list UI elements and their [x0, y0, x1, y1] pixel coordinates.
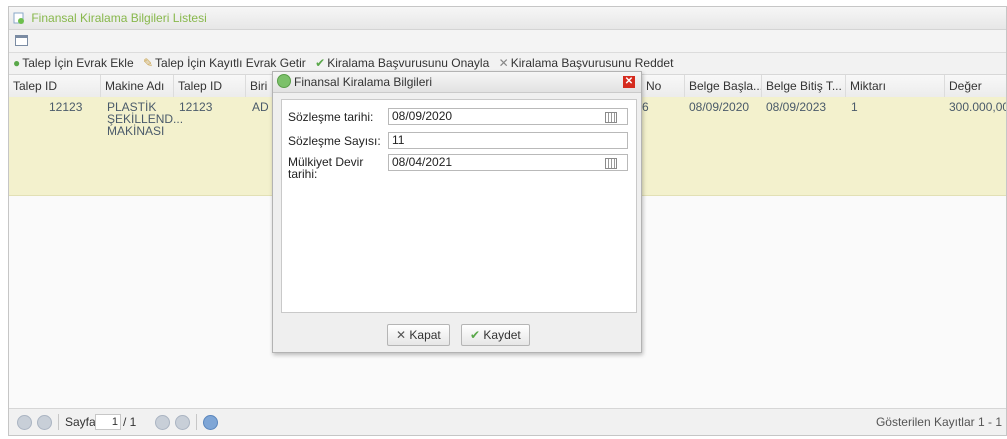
first-page-icon[interactable]: [17, 415, 32, 430]
column-header-makine-adi[interactable]: Makine Adı: [101, 75, 174, 97]
contract-date-value: 08/09/2020: [392, 109, 453, 123]
cell-deger: 300.000,00: [949, 100, 1007, 114]
cell-makine-adi: PLASTİK ŞEKİLLEND... MAKİNASI: [107, 101, 183, 137]
dialog-title: Finansal Kiralama Bilgileri: [294, 75, 433, 89]
column-header-no[interactable]: No: [641, 75, 685, 97]
column-header-deger[interactable]: Değer: [945, 75, 1006, 97]
calendar-icon[interactable]: [605, 158, 617, 169]
column-header-belge-baslangic[interactable]: Belge Başla...: [685, 75, 762, 97]
cell-belge-baslangic: 08/09/2020: [689, 100, 750, 114]
calendar-icon[interactable]: [605, 112, 617, 123]
contract-date-label: Sözleşme tarihi:: [288, 110, 374, 124]
leasing-info-dialog: Finansal Kiralama Bilgileri ✕ Sözleşme t…: [272, 71, 642, 353]
approve-label: Kiralama Başvurusunu Onayla: [327, 56, 490, 70]
add-document-label: Talep İçin Evrak Ekle: [22, 56, 134, 70]
panel-title-bar: Finansal Kiralama Bilgileri Listesi: [9, 7, 1006, 30]
close-button[interactable]: ✕ Kapat: [387, 324, 450, 346]
pencil-icon: ✎: [142, 56, 154, 70]
save-button[interactable]: ✔ Kaydet: [461, 324, 530, 346]
transfer-date-field[interactable]: 08/04/2021: [388, 154, 628, 171]
pager-separator: [58, 414, 59, 430]
contract-no-field[interactable]: 11: [388, 132, 628, 149]
next-page-icon[interactable]: [155, 415, 170, 430]
transfer-date-label: Mülkiyet Devir tarihi:: [288, 156, 363, 180]
records-info: Gösterilen Kayıtlar 1 - 1: [875, 415, 1002, 429]
pager: Sayfa 1 / 1 Gösterilen Kayıtlar 1 - 1: [9, 408, 1006, 435]
fetch-documents-label: Talep İçin Kayıtlı Evrak Getir: [155, 56, 306, 70]
save-button-label: Kaydet: [483, 328, 521, 342]
window-bar: [9, 30, 1006, 53]
cell-no: 6: [642, 100, 649, 114]
contract-no-value: 11: [392, 133, 405, 147]
add-document-button[interactable]: ● Talep İçin Evrak Ekle: [13, 53, 134, 74]
check-icon: ✔: [470, 328, 481, 342]
column-header-belge-bitis[interactable]: Belge Bitiş T...: [762, 75, 846, 97]
window-icon[interactable]: [15, 35, 28, 46]
cell-talep-id-2: 12123: [179, 100, 213, 114]
contract-date-field[interactable]: 08/09/2020: [388, 108, 628, 125]
dialog-close-icon[interactable]: ✕: [623, 76, 635, 88]
add-icon: ●: [13, 56, 21, 70]
column-header-talep-id-2[interactable]: Talep ID: [174, 75, 246, 97]
cell-birim: AD: [252, 100, 269, 114]
column-header-talep-id[interactable]: Talep ID: [9, 75, 101, 97]
contract-no-label: Sözleşme Sayısı:: [288, 134, 381, 148]
reject-label: Kiralama Başvurusunu Reddet: [510, 56, 674, 70]
last-page-icon[interactable]: [175, 415, 190, 430]
page-total: / 1: [123, 415, 137, 429]
transfer-date-label-line-2: tarihi:: [288, 167, 318, 181]
refresh-icon[interactable]: [203, 415, 218, 430]
close-button-label: Kapat: [409, 328, 441, 342]
column-header-miktar[interactable]: Miktarı: [846, 75, 945, 97]
info-icon: [277, 74, 291, 88]
prev-page-icon[interactable]: [37, 415, 52, 430]
page-number-input[interactable]: 1: [95, 414, 121, 430]
cell-miktar: 1: [851, 100, 858, 114]
document-icon: [13, 12, 24, 24]
transfer-date-value: 08/04/2021: [392, 155, 453, 169]
dialog-form: Sözleşme tarihi: 08/09/2020 Sözleşme Say…: [281, 99, 637, 313]
cell-talep-id: 12123: [49, 100, 83, 114]
page-label: Sayfa: [65, 415, 96, 429]
cell-belge-bitis: 08/09/2023: [766, 100, 827, 114]
dialog-title-bar[interactable]: Finansal Kiralama Bilgileri: [273, 72, 641, 93]
cell-makine-line-3: MAKİNASI: [107, 124, 165, 138]
panel-title: Finansal Kiralama Bilgileri Listesi: [31, 11, 207, 25]
close-icon: ✕: [396, 328, 407, 342]
pager-separator-2: [196, 414, 197, 430]
